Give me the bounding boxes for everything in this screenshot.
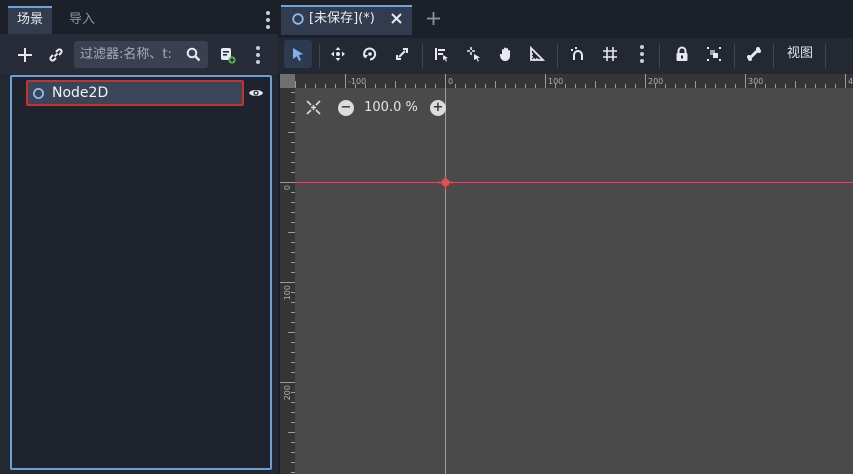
new-tab-plus-icon[interactable] [426,11,441,26]
search-icon [186,47,201,62]
group-button[interactable] [700,40,728,68]
scene-tab-title: [未保存](*) [309,11,375,26]
ruler-top-label: -100 [348,77,366,86]
tab-import[interactable]: 导入 [60,6,104,34]
x-axis-line [295,182,853,183]
close-icon[interactable] [390,12,403,25]
list-select-button[interactable] [427,40,455,68]
ruler-corner [280,74,295,88]
ruler-left: 010020030 [280,88,295,474]
center-view-icon[interactable] [306,100,321,115]
plus-icon [18,48,32,62]
bone-icon [747,47,761,61]
rotate-mode-button[interactable] [356,40,384,68]
move-icon [331,47,345,61]
ruler-icon [530,46,545,61]
filter-input[interactable] [80,41,180,68]
skeleton-button[interactable] [740,40,768,68]
pan-mode-button[interactable] [492,40,520,68]
pan-hand-icon [499,47,510,61]
list-select-icon [435,48,448,62]
filter-field[interactable] [74,41,208,68]
ruler-mode-button[interactable] [523,40,551,68]
toolbar-separator [734,44,735,68]
dock-options-icon[interactable] [258,9,278,31]
group-icon [707,47,721,61]
script-add-icon [221,48,236,64]
attach-script-button[interactable] [213,41,241,69]
origin-marker-icon [438,175,453,190]
move-mode-button[interactable] [324,40,352,68]
toolbar-separator [825,44,826,68]
pivot-mode-button[interactable] [460,40,488,68]
scene-tree [10,75,272,470]
smart-snap-icon [571,47,583,60]
link-icon [49,48,63,62]
ruler-top-label: 200 [648,77,663,86]
node2d-circle-icon [292,13,304,25]
view-menu-button[interactable]: 视图 [780,42,820,66]
smart-snap-button[interactable] [564,40,592,68]
lock-button[interactable] [668,40,696,68]
zoom-out-icon[interactable]: − [338,100,354,116]
ruler-top-label: 40 [848,77,853,86]
scale-mode-button[interactable] [388,40,416,68]
ruler-left-label: 100 [283,285,292,300]
y-axis-line [445,88,446,474]
ruler-top: -100 0 100 200 300 40 [295,74,853,88]
lock-icon [676,46,688,61]
scene-options-icon[interactable] [248,44,268,66]
select-mode-button[interactable] [284,40,312,68]
toolbar-separator [422,44,423,68]
tab-scene[interactable]: 场景 [8,6,52,34]
canvas-viewport[interactable] [295,88,853,474]
ruler-top-label: 0 [448,77,453,86]
ruler-left-label: 0 [283,185,292,190]
snap-options-icon[interactable] [632,43,652,65]
ruler-left-label: 200 [283,385,292,400]
tree-node-label: Node2D [52,85,109,101]
scale-icon [396,48,408,60]
eye-icon[interactable] [248,86,264,100]
add-node-button[interactable] [11,41,39,69]
zoom-in-icon[interactable]: + [430,100,446,116]
toolbar-separator [557,44,558,68]
toolbar-separator [773,44,774,68]
pivot-icon [467,47,480,62]
toolbar-separator [319,44,320,68]
instance-scene-button[interactable] [42,41,70,69]
ruler-top-label: 300 [748,77,763,86]
ruler-top-label: 100 [548,77,563,86]
rotate-icon [363,47,377,61]
grid-snap-icon [603,47,617,61]
node2d-circle-icon [33,88,44,99]
select-arrow-icon [293,48,303,61]
zoom-level[interactable]: 100.0 % [358,98,424,118]
grid-snap-button[interactable] [596,40,624,68]
toolbar-separator [659,44,660,68]
